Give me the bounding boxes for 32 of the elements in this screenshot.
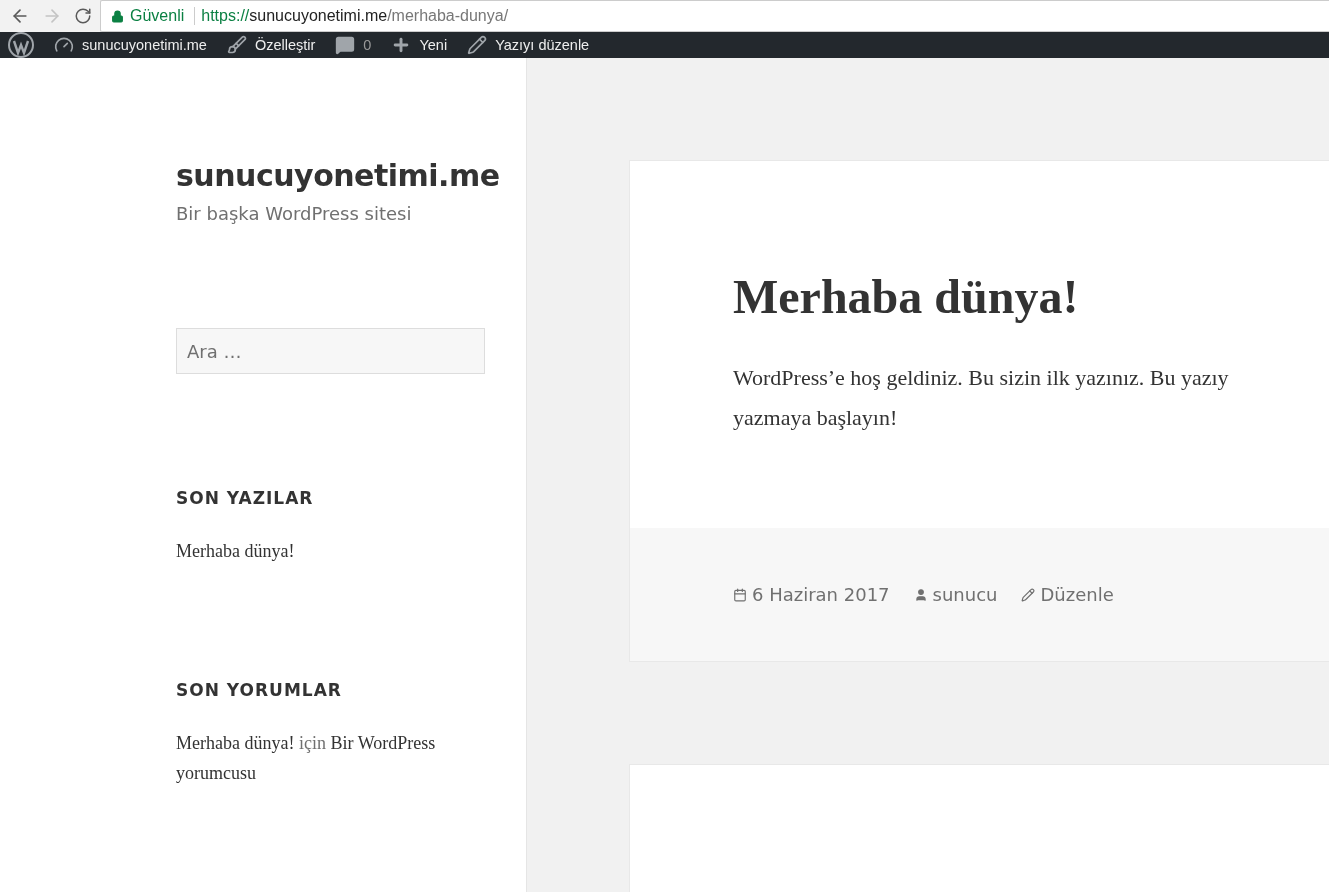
recent-post-link[interactable]: Merhaba dünya! (176, 541, 295, 561)
post-text: yazmaya başlayın! (733, 404, 899, 432)
pencil-icon (1021, 587, 1036, 602)
reload-icon[interactable] (74, 7, 92, 25)
person-icon (913, 587, 928, 602)
post-title: Merhaba dünya! (733, 269, 1080, 324)
url-text: https://sunucuyonetimi.me/merhaba-dunya/ (201, 7, 509, 25)
new-menu-item[interactable]: Yeni (391, 35, 448, 55)
widget-title: SON YORUMLAR (176, 680, 343, 700)
calendar-icon (733, 587, 747, 602)
brush-icon (226, 35, 247, 55)
comments-menu-item[interactable]: 0 (335, 35, 372, 55)
search-field[interactable]: Ara … (176, 328, 485, 374)
site-tagline: Bir başka WordPress sitesi (176, 203, 413, 224)
comment-icon (335, 35, 356, 55)
address-bar[interactable]: Güvenli https://sunucuyonetimi.me/merhaba-dunya/ (100, 0, 1329, 32)
recent-comment-text: Merhaba dünya! için Bir WordPress yorumcusu (176, 732, 437, 785)
wordpress-logo-icon[interactable] (8, 32, 34, 58)
date-link[interactable]: 6 Haziran 2017 (733, 584, 890, 605)
comment-post-link[interactable]: Merhaba dünya! (176, 733, 295, 753)
lock-icon (111, 9, 124, 23)
security-label: Güvenli (130, 7, 196, 25)
site-title[interactable]: sunucuyonetimi.me (176, 158, 500, 193)
customize-menu-item[interactable]: Özelleştir (226, 35, 316, 55)
post-text: WordPress’e hoş geldiniz. Bu sizin ilk yazınız. Bu yazıy (733, 364, 1230, 392)
edit-menu-item[interactable]: Yazıyı düzenle (467, 35, 590, 55)
dashboard-icon (54, 35, 74, 55)
widget-title: SON YAZILAR (176, 488, 315, 508)
site-menu-item[interactable]: sunucuyonetimi.me (54, 35, 207, 55)
pencil-icon (467, 35, 488, 55)
author-link[interactable]: sunucu (913, 584, 998, 605)
edit-link[interactable]: Düzenle (1021, 584, 1114, 605)
